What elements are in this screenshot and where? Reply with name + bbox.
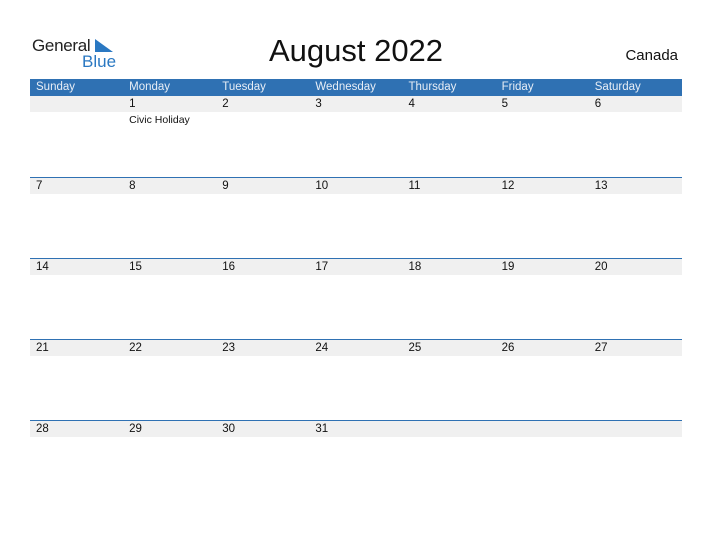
day-number: 3 (315, 98, 322, 110)
day-cell[interactable]: 5 (496, 96, 589, 127)
day-number: 20 (594, 261, 608, 273)
day-number: 25 (408, 342, 422, 354)
day-cell[interactable]: 14 (30, 259, 123, 276)
day-number: 29 (129, 423, 142, 435)
week-row: 1 Civic Holiday 2 3 4 5 6 (30, 95, 682, 176)
day-cell[interactable]: 6 (589, 96, 682, 127)
weekday-thursday: Thursday (408, 81, 457, 93)
day-number: 7 (36, 180, 43, 192)
day-cell[interactable]: 7 (30, 178, 123, 195)
day-cell[interactable]: 19 (496, 259, 589, 276)
weekday-saturday: Saturday (594, 81, 641, 93)
day-cell[interactable]: 28 (30, 421, 123, 438)
day-number: 10 (315, 180, 329, 192)
country-label: Canada (625, 47, 678, 64)
day-number: 27 (594, 342, 608, 354)
day-number: 12 (501, 180, 515, 192)
weekday-header: Sunday Monday Tuesday Wednesday Thursday… (30, 79, 682, 96)
day-cell[interactable]: 18 (403, 259, 496, 276)
day-cell[interactable]: 23 (216, 340, 309, 357)
day-number: 28 (36, 423, 49, 435)
day-cell[interactable]: 12 (496, 178, 589, 195)
day-number: 26 (501, 342, 515, 354)
holiday-event: Civic Holiday (129, 114, 190, 126)
calendar-title: August 2022 (268, 33, 444, 68)
weekday-sunday: Sunday (36, 81, 76, 93)
weekday-monday: Monday (129, 81, 171, 93)
day-number: 22 (129, 342, 142, 354)
day-cell[interactable] (30, 96, 123, 127)
day-number: 18 (408, 261, 422, 273)
day-cell[interactable]: 2 (216, 96, 309, 127)
day-number: 14 (36, 261, 49, 273)
day-cell[interactable]: 11 (403, 178, 496, 195)
day-number: 6 (594, 98, 602, 110)
day-number: 4 (408, 98, 415, 110)
day-number: 31 (315, 423, 329, 435)
day-cell[interactable]: 9 (216, 178, 309, 195)
day-number: 11 (408, 180, 421, 192)
day-number: 5 (501, 98, 509, 110)
day-cell[interactable]: 16 (216, 259, 309, 276)
day-cell[interactable] (589, 421, 682, 438)
weekday-wednesday: Wednesday (315, 81, 376, 93)
day-cell[interactable]: 10 (309, 178, 402, 195)
day-number: 16 (222, 261, 236, 273)
week-row: 21 22 23 24 25 26 27 (30, 339, 682, 420)
weekday-friday: Friday (501, 81, 534, 93)
weekday-tuesday: Tuesday (222, 81, 266, 93)
day-number: 8 (129, 180, 136, 192)
day-cell[interactable]: 4 (403, 96, 496, 127)
day-cell[interactable]: 1 Civic Holiday (123, 96, 216, 127)
day-cell[interactable] (403, 421, 496, 438)
week-row: 14 15 16 17 18 19 20 (30, 258, 682, 339)
day-number: 21 (36, 342, 49, 354)
week-row: 28 29 30 31 (30, 420, 682, 501)
day-cell[interactable]: 22 (123, 340, 216, 357)
week-row: 7 8 9 10 11 12 13 (30, 177, 682, 258)
day-cell[interactable]: 15 (123, 259, 216, 276)
day-number: 23 (222, 342, 236, 354)
day-number: 17 (315, 261, 329, 273)
day-cell[interactable]: 21 (30, 340, 123, 357)
day-cell[interactable]: 30 (216, 421, 309, 438)
day-number: 24 (315, 342, 329, 354)
day-cell[interactable]: 29 (123, 421, 216, 438)
day-cell[interactable]: 24 (309, 340, 402, 357)
day-cell[interactable]: 3 (309, 96, 402, 127)
day-cell[interactable]: 13 (589, 178, 682, 195)
day-number: 30 (222, 423, 236, 435)
day-cell[interactable]: 25 (403, 340, 496, 357)
day-number: 9 (222, 180, 229, 192)
day-number: 19 (501, 261, 515, 273)
day-cell[interactable]: 20 (589, 259, 682, 276)
day-number: 2 (222, 98, 229, 110)
day-number: 13 (594, 180, 608, 192)
day-cell[interactable]: 26 (496, 340, 589, 357)
day-cell[interactable]: 8 (123, 178, 216, 195)
day-cell[interactable]: 17 (309, 259, 402, 276)
day-cell[interactable]: 27 (589, 340, 682, 357)
day-number: 15 (129, 261, 142, 273)
day-cell[interactable]: 31 (309, 421, 402, 438)
day-cell[interactable] (496, 421, 589, 438)
day-number: 1 (129, 98, 136, 110)
